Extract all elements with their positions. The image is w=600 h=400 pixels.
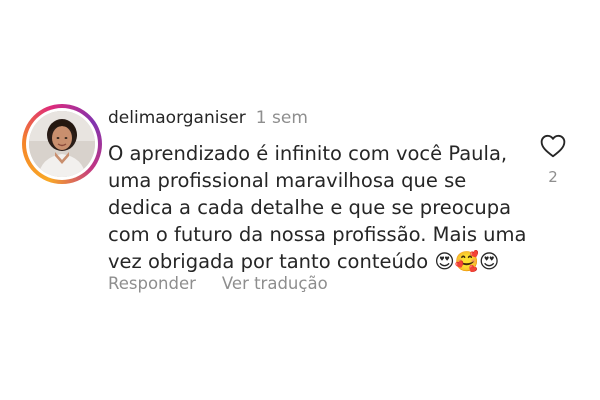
heart-outline-icon[interactable]: [540, 134, 566, 162]
heart-outline-icon-svg: [540, 134, 566, 158]
translate-button[interactable]: Ver tradução: [222, 274, 328, 293]
like-count: 2: [548, 168, 558, 186]
avatar-photo: [29, 111, 95, 177]
username[interactable]: delimaorganiser: [108, 108, 246, 128]
like-control: 2: [538, 134, 568, 186]
avatar[interactable]: [29, 111, 95, 177]
story-ring[interactable]: [22, 104, 102, 184]
comment-actions: Responder Ver tradução: [108, 274, 328, 293]
comment-text: O aprendizado é infinito com você Paula,…: [108, 142, 527, 273]
comment-time: 1 sem: [255, 108, 308, 128]
avatar-border: [26, 108, 98, 180]
comment-header: delimaorganiser 1 sem: [108, 108, 308, 128]
comment-screen: delimaorganiser 1 sem O aprendizado é inf…: [0, 0, 600, 400]
reply-button[interactable]: Responder: [108, 274, 196, 293]
